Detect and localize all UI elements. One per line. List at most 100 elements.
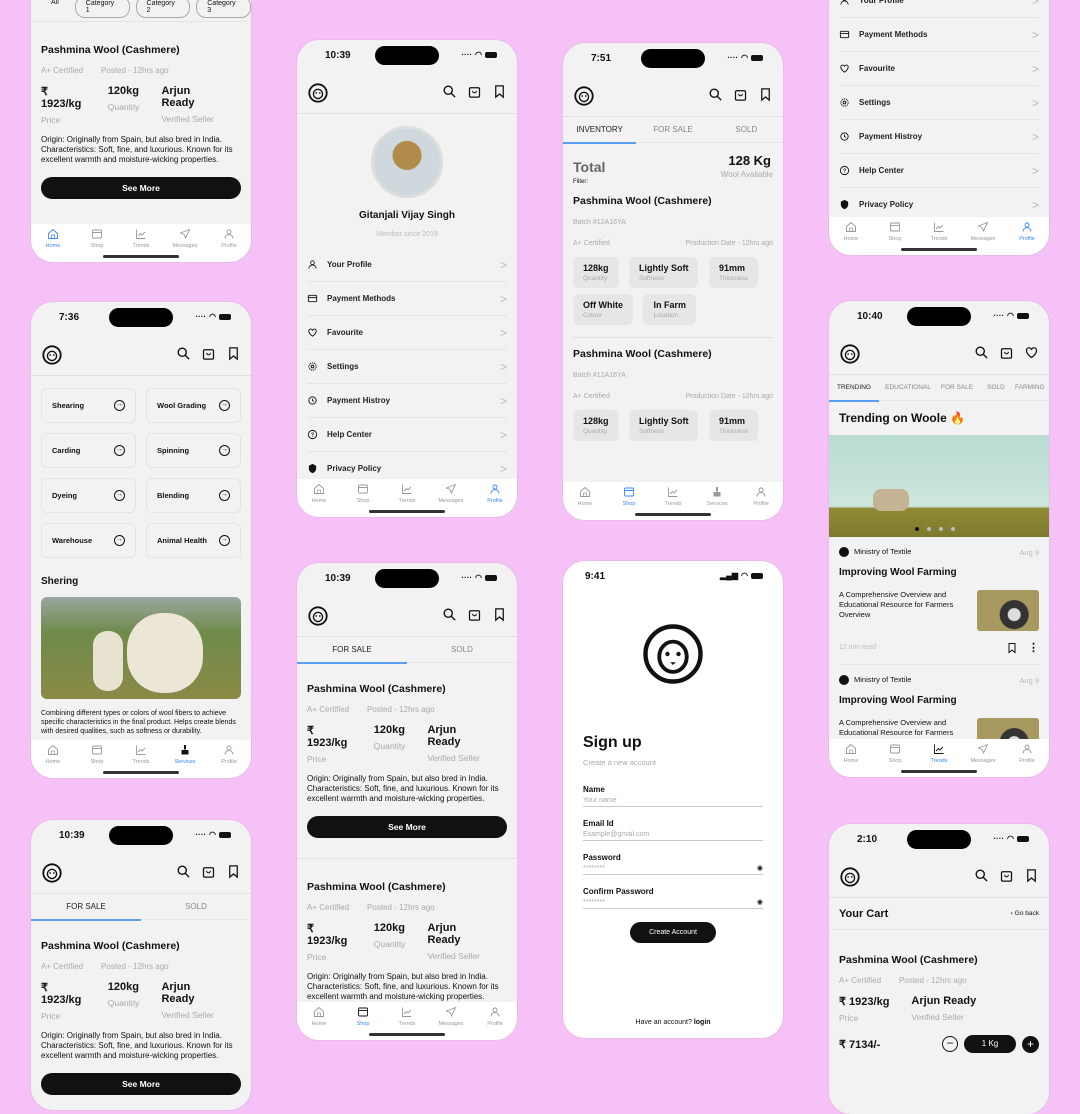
eye-off-icon[interactable]: ◉ <box>757 898 763 906</box>
password-input[interactable]: ******** ◉ <box>583 862 763 875</box>
nav-profile[interactable]: Profile <box>207 228 251 262</box>
filter-chip-category-1[interactable]: Category 1 <box>74 0 130 18</box>
see-more-button[interactable]: See More <box>41 1073 241 1095</box>
tab-educational[interactable]: EDUCATIONAL <box>879 375 937 401</box>
search-icon[interactable] <box>974 345 989 360</box>
menu-item-favourite[interactable]: Favourite > <box>307 316 507 350</box>
nav-profile[interactable]: Profile <box>739 486 783 520</box>
menu-item-your-profile[interactable]: Your Profile > <box>307 248 507 282</box>
nav-home[interactable]: Home <box>829 221 873 255</box>
sheep-logo-icon[interactable] <box>307 82 329 104</box>
bag-icon[interactable] <box>733 87 748 102</box>
sheep-logo-icon[interactable] <box>41 344 63 366</box>
nav-profile[interactable]: Profile <box>1005 743 1049 777</box>
bookmarks-icon[interactable] <box>1024 868 1039 883</box>
sheep-logo-icon[interactable] <box>839 343 861 365</box>
service-wool-grading[interactable]: Wool Grading → <box>146 388 241 423</box>
tab-for-sale[interactable]: FOR SALE <box>31 894 141 921</box>
sheep-logo-icon[interactable] <box>839 866 861 888</box>
bag-icon[interactable] <box>467 607 482 622</box>
production-date: Production Date - 12hrs ago <box>685 393 773 400</box>
nav-home[interactable]: Home <box>563 486 607 520</box>
bookmark-icon[interactable] <box>1006 642 1018 654</box>
tab-sold[interactable]: SOLD <box>407 637 517 663</box>
service-animal-health[interactable]: Animal Health → <box>146 523 241 558</box>
cart-header: Your Cart ‹ Go back <box>829 898 1049 930</box>
eye-off-icon[interactable]: ◉ <box>757 864 763 872</box>
nav-home[interactable]: Home <box>297 1006 341 1040</box>
sheep-logo-icon[interactable] <box>573 85 595 107</box>
nav-profile[interactable]: Profile <box>207 744 251 778</box>
search-icon[interactable] <box>442 607 457 622</box>
menu-item-settings[interactable]: Settings > <box>839 86 1039 120</box>
article-item[interactable]: Ministry of Textile Aug 9 Improving Wool … <box>839 547 1039 666</box>
menu-item-payment-history[interactable]: Payment Histroy > <box>307 384 507 418</box>
bag-icon[interactable] <box>201 864 216 879</box>
nav-home[interactable]: Home <box>829 743 873 777</box>
tab-for-sale[interactable]: FOR SALE <box>937 375 977 401</box>
service-carding[interactable]: Carding → <box>41 433 136 468</box>
nav-home[interactable]: Home <box>297 483 341 517</box>
tab-trending[interactable]: TRENDING <box>829 375 879 402</box>
decrease-quantity-button[interactable]: − <box>942 1036 958 1052</box>
tab-farming[interactable]: FARMING <box>1015 375 1049 401</box>
filter-chip-category-3[interactable]: Category 3 <box>196 0 251 18</box>
menu-item-payment-history[interactable]: Payment Histroy > <box>839 120 1039 154</box>
see-more-button[interactable]: See More <box>307 816 507 838</box>
service-blending[interactable]: Blending → <box>146 478 241 513</box>
name-input[interactable]: Your name <box>583 794 763 807</box>
trending-carousel[interactable] <box>829 435 1049 537</box>
search-icon[interactable] <box>176 346 191 361</box>
bookmark-icon[interactable] <box>758 87 773 102</box>
avatar[interactable] <box>371 126 443 198</box>
increase-quantity-button[interactable]: + <box>1022 1035 1039 1053</box>
service-dyeing[interactable]: Dyeing → <box>41 478 136 513</box>
search-icon[interactable] <box>974 868 989 883</box>
tab-for-sale[interactable]: FOR SALE <box>297 637 407 664</box>
menu-item-payment-methods[interactable]: Payment Methods > <box>307 282 507 316</box>
search-icon[interactable] <box>442 84 457 99</box>
bag-icon[interactable] <box>201 346 216 361</box>
more-options-icon[interactable]: ⋮ <box>1028 641 1039 654</box>
bag-icon[interactable] <box>999 345 1014 360</box>
bookmark-icon[interactable] <box>226 346 241 361</box>
menu-item-payment-methods[interactable]: Payment Methods > <box>839 18 1039 52</box>
service-spinning[interactable]: Spinning → <box>146 433 241 468</box>
tab-sold[interactable]: SOLD <box>141 894 251 920</box>
menu-item-help-center[interactable]: Help Center > <box>839 154 1039 188</box>
service-warehouse[interactable]: Warehouse → <box>41 523 136 558</box>
bookmark-icon[interactable] <box>492 84 507 99</box>
heart-icon[interactable] <box>1024 345 1039 360</box>
confirm-password-input[interactable]: ******** ◉ <box>583 896 763 909</box>
nav-profile[interactable]: Profile <box>473 1006 517 1040</box>
filter-chip-all[interactable]: All <box>41 0 69 18</box>
tab-sold[interactable]: SOLD <box>977 375 1015 401</box>
menu-item-settings[interactable]: Settings > <box>307 350 507 384</box>
bag-icon[interactable] <box>999 868 1014 883</box>
filter-chip-category-2[interactable]: Category 2 <box>135 0 191 18</box>
login-link[interactable]: login <box>694 1019 711 1026</box>
nav-home[interactable]: Home <box>31 228 75 262</box>
menu-item-favourite[interactable]: Favourite > <box>839 52 1039 86</box>
service-shearing[interactable]: Shearing → <box>41 388 136 423</box>
nav-profile[interactable]: Profile <box>473 483 517 517</box>
create-account-button[interactable]: Create Account <box>630 922 716 943</box>
bag-icon[interactable] <box>467 84 482 99</box>
nav-profile[interactable]: Profile <box>1005 221 1049 255</box>
email-input[interactable]: Example@gmail.com <box>583 828 763 841</box>
see-more-button[interactable]: See More <box>41 177 241 199</box>
search-icon[interactable] <box>708 87 723 102</box>
filter-label[interactable]: Filter: <box>573 179 773 185</box>
go-back-link[interactable]: ‹ Go back <box>1011 910 1039 917</box>
tab-inventory[interactable]: INVENTORY <box>563 117 637 144</box>
menu-item-your-profile[interactable]: Your Profile > <box>839 0 1039 18</box>
search-icon[interactable] <box>176 864 191 879</box>
menu-item-help-center[interactable]: Help Center > <box>307 418 507 452</box>
bookmark-icon[interactable] <box>226 864 241 879</box>
sheep-logo-icon[interactable] <box>41 862 63 884</box>
bookmark-icon[interactable] <box>492 607 507 622</box>
tab-for-sale[interactable]: FOR SALE <box>636 117 709 143</box>
nav-home[interactable]: Home <box>31 744 75 778</box>
tab-sold[interactable]: SOLD <box>710 117 783 143</box>
sheep-logo-icon[interactable] <box>307 605 329 627</box>
